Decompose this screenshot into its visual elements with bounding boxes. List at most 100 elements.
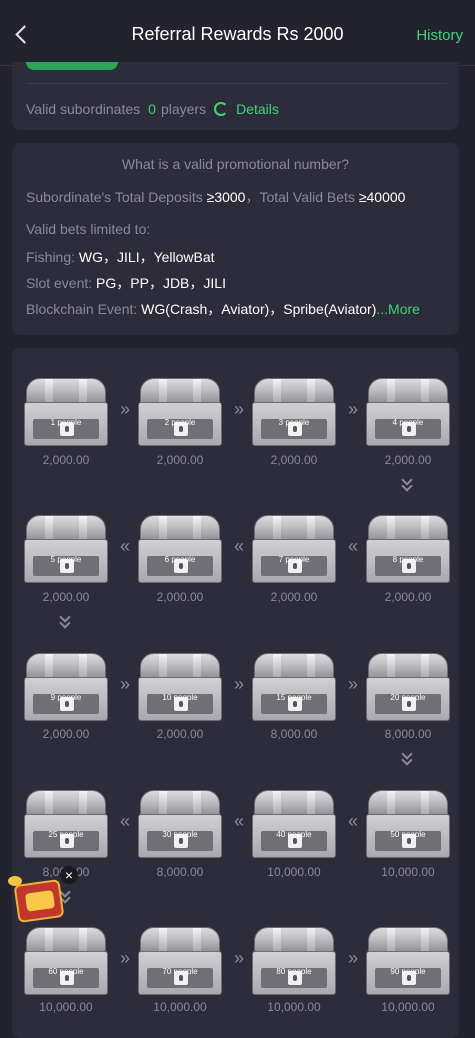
fishing-label: Fishing: [26,249,79,265]
left-arrow-icon: « [119,536,130,556]
chest-lid [140,790,220,816]
invite-button[interactable] [26,62,118,70]
chest-people-label: 25 people [48,830,84,839]
chest-people-label: 50 people [390,830,426,839]
requirement-mid: ，Total Valid Bets [245,189,359,205]
chest-people-label: 70 people [162,967,198,976]
chest-lid [26,927,106,953]
chest-people-label: 40 people [276,830,312,839]
reward-amount: 8,000.00 [270,727,318,741]
rules-question: What is a valid promotional number? [121,156,350,172]
divider [26,83,447,84]
chest-people-label: 20 people [390,693,426,702]
reward-amount: 2,000.00 [156,727,204,741]
blockchain-value: WG(Crash，Aviator)，Spribe(Aviator) [141,301,377,317]
chest-lid [140,927,220,953]
chest-lid [26,653,106,679]
right-arrow-icon: » [119,399,130,419]
reward-amount: 10,000.00 [267,1000,321,1014]
treasure-chest-icon[interactable]: 25 people [24,790,108,860]
chest-lid [140,378,220,404]
details-link[interactable]: Details [236,101,279,117]
chest-lid [254,653,334,679]
page-title: Referral Rewards Rs 2000 [131,24,344,44]
treasure-chest-icon[interactable]: 7 people [252,515,336,585]
chest-people-label: 2 people [164,418,196,427]
close-icon[interactable]: × [60,866,78,884]
history-link[interactable]: History [416,27,463,44]
treasure-chest-icon[interactable]: 5 people [24,515,108,585]
valid-subordinates-row: Valid subordinates 0 players Details [26,101,279,117]
chest-people-label: 10 people [162,693,198,702]
treasure-chest-icon[interactable]: 2 people [138,378,222,448]
treasure-chest-icon[interactable]: 80 people [252,927,336,997]
treasure-chest-icon[interactable]: 40 people [252,790,336,860]
down-arrow-icon [58,612,72,632]
gift-chest-icon[interactable] [13,878,65,924]
chest-lid [368,515,448,541]
chest-lid [254,790,334,816]
fishing-value: WG，JILI，YellowBat [78,249,215,265]
reward-amount: 2,000.00 [156,453,204,467]
treasure-chest-icon[interactable]: 8 people [366,515,450,585]
subordinates-card: Valid subordinates 0 players Details [12,62,459,130]
reward-amount: 2,000.00 [384,590,432,604]
treasure-chest-icon[interactable]: 9 people [24,653,108,723]
limited-line: Valid bets limited to: [26,221,151,237]
reward-amount: 10,000.00 [381,865,435,879]
treasure-chest-icon[interactable]: 20 people [366,653,450,723]
treasure-chest-icon[interactable]: 3 people [252,378,336,448]
treasure-chest-icon[interactable]: 60 people [24,927,108,997]
valid-subordinates-label: Valid subordinates [26,101,141,117]
reward-amount: 2,000.00 [42,727,90,741]
more-link[interactable]: ...More [376,301,420,317]
right-arrow-icon: » [347,399,358,419]
treasure-chest-icon[interactable]: 50 people [366,790,450,860]
chest-people-label: 5 people [50,555,82,564]
left-arrow-icon: « [347,811,358,831]
rewards-grid: 1 people 2,000.00 2 people 2,000.00 3 people… [12,348,459,1038]
chest-lid [26,790,106,816]
chest-lid [254,515,334,541]
treasure-chest-icon[interactable]: 1 people [24,378,108,448]
treasure-chest-icon[interactable]: 70 people [138,927,222,997]
treasure-chest-icon[interactable]: 6 people [138,515,222,585]
chest-lid [254,927,334,953]
reward-amount: 2,000.00 [42,590,90,604]
chest-people-label: 1 people [50,418,82,427]
chest-people-label: 30 people [162,830,198,839]
chest-people-label: 90 people [390,967,426,976]
left-arrow-icon: « [233,536,244,556]
treasure-chest-icon[interactable]: 10 people [138,653,222,723]
chest-lid [368,927,448,953]
floating-gift-widget[interactable]: × [8,866,78,930]
treasure-chest-icon[interactable]: 15 people [252,653,336,723]
chest-people-label: 6 people [164,555,196,564]
reward-amount: 10,000.00 [381,1000,435,1014]
refresh-icon[interactable] [214,102,229,116]
treasure-chest-icon[interactable]: 4 people [366,378,450,448]
rules-card: What is a valid promotional number? Subo… [12,143,459,335]
chest-lid [254,378,334,404]
chest-lid [368,378,448,404]
chest-lid [368,653,448,679]
chest-people-label: 7 people [278,555,310,564]
treasure-chest-icon[interactable]: 90 people [366,927,450,997]
chest-people-label: 80 people [276,967,312,976]
chest-lid [368,790,448,816]
reward-amount: 2,000.00 [384,453,432,467]
requirement-deposit: ≥3000 [206,189,246,205]
reward-amount: 8,000.00 [384,727,432,741]
reward-amount: 2,000.00 [156,590,204,604]
blockchain-line: Blockchain Event: WG(Crash，Aviator)，Spri… [26,299,420,319]
slot-value: PG，PP，JDB，JILI [96,275,226,291]
right-arrow-icon: » [233,399,244,419]
requirement-line: Subordinate's Total Deposits ≥3000，Total… [26,187,405,207]
reward-amount: 2,000.00 [270,453,318,467]
right-arrow-icon: » [347,674,358,694]
blockchain-label: Blockchain Event: [26,301,142,317]
slot-line: Slot event: PG，PP，JDB，JILI [26,273,226,293]
right-arrow-icon: » [233,674,244,694]
requirement-bets: ≥40000 [358,189,406,205]
treasure-chest-icon[interactable]: 30 people [138,790,222,860]
